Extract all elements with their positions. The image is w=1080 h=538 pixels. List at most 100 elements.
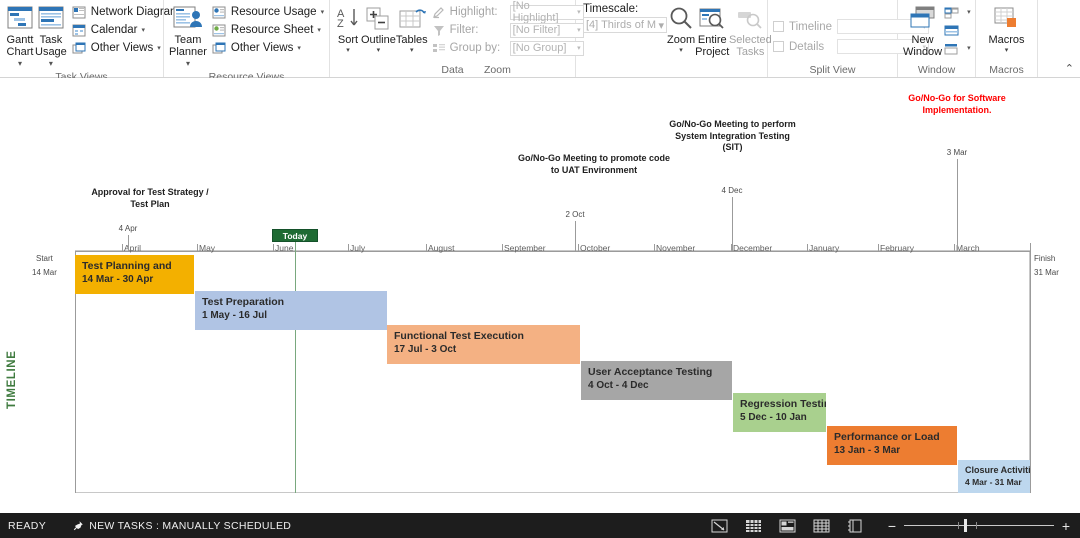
highlight-row: Highlight: [No Highlight]▾ xyxy=(431,3,584,21)
chevron-down-icon[interactable]: ▾ xyxy=(679,47,683,54)
zoom-label: Zoom xyxy=(667,35,695,47)
chevron-up-icon[interactable]: ⌃ xyxy=(1065,62,1074,75)
group-by-label: Group by: xyxy=(450,42,510,54)
hide-window-button[interactable]: ▾ xyxy=(943,39,971,57)
month-tick xyxy=(502,244,503,252)
zoom-in-button[interactable]: + xyxy=(1060,519,1072,533)
status-new-tasks[interactable]: NEW TASKS : MANUALLY SCHEDULED xyxy=(72,520,291,532)
task-usage-button[interactable]: TaskUsage ▾ xyxy=(35,2,67,70)
group-label-split-view: Split View xyxy=(768,63,897,77)
task-bar-closure-activities[interactable]: Closure Activities 4 Mar - 31 Mar xyxy=(958,460,1030,493)
group-by-dropdown[interactable]: [No Group]▾ xyxy=(510,41,584,56)
checkbox-icon[interactable] xyxy=(773,21,784,32)
milestone-date-uat: 2 Oct xyxy=(555,210,595,219)
gantt-chart-view-icon[interactable] xyxy=(708,518,730,534)
status-bar: READY NEW TASKS : MANUALLY SCHEDULED − xyxy=(0,513,1080,538)
tables-button[interactable]: Tables ▾ xyxy=(396,2,428,54)
finish-date: 31 Mar xyxy=(1034,268,1059,277)
filter-dropdown[interactable]: [No Filter]▾ xyxy=(510,23,584,38)
task-bar-performance-or-load[interactable]: Performance or Load 13 Jan - 3 Mar xyxy=(827,426,957,465)
chevron-down-icon[interactable]: ▾ xyxy=(186,59,190,68)
arrange-all-button[interactable]: ▾ xyxy=(943,3,971,21)
sort-az-icon: AZ xyxy=(335,3,361,33)
chevron-down-icon[interactable]: ▾ xyxy=(321,8,325,16)
timeline-view[interactable]: TIMELINE Start 14 Mar Finish 31 Mar Apri… xyxy=(0,78,1080,513)
month-tick xyxy=(654,244,655,252)
chevron-down-icon[interactable]: ▾ xyxy=(346,47,350,54)
resource-sheet-view-icon[interactable] xyxy=(810,518,832,534)
zoom-slider[interactable]: − + xyxy=(886,519,1072,533)
sort-button[interactable]: AZ Sort ▾ xyxy=(335,2,361,54)
tables-label: Tables xyxy=(396,35,428,47)
gantt-chart-label-line2: Chart xyxy=(7,46,34,58)
chevron-down-icon[interactable]: ▾ xyxy=(141,26,145,34)
chevron-down-icon[interactable]: ▾ xyxy=(410,47,414,54)
chevron-down-icon[interactable]: ▾ xyxy=(1005,47,1009,54)
task-bar-user-acceptance-testing[interactable]: User Acceptance Testing 4 Oct - 4 Dec xyxy=(581,361,732,400)
team-planner-view-icon[interactable] xyxy=(776,518,798,534)
details-checkbox-label: Details xyxy=(789,41,837,53)
chevron-down-icon[interactable]: ▾ xyxy=(377,47,381,54)
chevron-down-icon[interactable]: ▾ xyxy=(967,8,971,16)
task-usage-view-icon[interactable] xyxy=(742,518,764,534)
milestone-title-uat: Go/No-Go Meeting to promote code to UAT … xyxy=(514,153,674,176)
gantt-chart-button[interactable]: GanttChart ▾ xyxy=(5,2,35,70)
outline-button[interactable]: Outline ▾ xyxy=(361,2,396,54)
chevron-down-icon[interactable]: ▾ xyxy=(967,44,971,52)
entire-project-icon xyxy=(698,3,726,33)
timescale-label: Timescale: xyxy=(581,2,667,17)
timeline-canvas[interactable]: Start 14 Mar Finish 31 Mar April May Jun… xyxy=(30,78,1080,513)
macros-button[interactable]: Macros ▾ xyxy=(981,2,1032,54)
task-name: Test Planning and xyxy=(82,259,188,273)
zoom-slider-track[interactable] xyxy=(904,525,1054,526)
checkbox-icon[interactable] xyxy=(773,41,784,52)
team-planner-button[interactable]: TeamPlanner ▾ xyxy=(169,2,207,70)
zoom-button[interactable]: Zoom ▾ xyxy=(667,2,695,54)
task-bar-functional-test-execution[interactable]: Functional Test Execution 17 Jul - 3 Oct xyxy=(387,325,580,364)
calendar-label: Calendar xyxy=(91,24,138,36)
chevron-down-icon[interactable]: ▾ xyxy=(297,44,301,52)
zoom-magnifier-icon xyxy=(667,3,695,33)
today-marker: Today xyxy=(272,229,318,242)
resource-usage-label: Resource Usage xyxy=(231,6,317,18)
resource-usage-button[interactable]: Resource Usage ▾ xyxy=(211,3,324,21)
gantt-chart-label-line1: Gantt xyxy=(7,34,34,46)
highlight-value: [No Highlight] xyxy=(513,0,577,24)
highlight-dropdown[interactable]: [No Highlight]▾ xyxy=(510,5,584,20)
month-label: February xyxy=(880,243,914,253)
ribbon-group-resource-views: TeamPlanner ▾ Resource Usage ▾ Resource … xyxy=(164,0,330,77)
team-planner-icon xyxy=(172,3,204,33)
zoom-out-button[interactable]: − xyxy=(886,519,898,533)
task-bar-regression-testing[interactable]: Regression Testing 5 Dec - 10 Jan xyxy=(733,393,826,432)
new-window-button[interactable]: NewWindow xyxy=(903,2,942,58)
pin-icon xyxy=(72,520,84,532)
task-dates: 4 Oct - 4 Dec xyxy=(588,379,726,393)
milestone-stem xyxy=(732,197,733,251)
task-name: Functional Test Execution xyxy=(394,329,574,343)
task-bar-test-planning[interactable]: Test Planning and 14 Mar - 30 Apr xyxy=(75,255,194,294)
entire-project-label-line2: Project xyxy=(695,46,729,58)
chevron-down-icon[interactable]: ▾ xyxy=(49,59,53,68)
group-label-macros: Macros xyxy=(976,63,1037,77)
task-usage-label-line1: Task xyxy=(40,34,63,46)
zoom-slider-thumb[interactable] xyxy=(964,519,967,532)
milestone-title-implementation: Go/No-Go for Software Implementation. xyxy=(897,93,1017,116)
task-usage-label-line2: Usage xyxy=(35,46,67,58)
entire-project-button[interactable]: EntireProject xyxy=(695,2,729,58)
ribbon-group-split-view: Timeline ▾ Details ▾ Split View xyxy=(768,0,898,77)
reports-view-icon[interactable] xyxy=(844,518,866,534)
task-bar-test-preparation[interactable]: Test Preparation 1 May - 16 Jul xyxy=(195,291,387,330)
chevron-down-icon[interactable]: ▾ xyxy=(18,59,22,68)
month-label: August xyxy=(428,243,454,253)
group-label-zoom: Zoom xyxy=(480,63,576,77)
timescale-dropdown[interactable]: [4] Thirds of M▾ xyxy=(583,17,667,33)
calendar-icon xyxy=(71,23,88,38)
resource-other-views-button[interactable]: Other Views ▾ xyxy=(211,39,324,57)
split-window-button[interactable] xyxy=(943,21,971,39)
resource-sheet-button[interactable]: Resource Sheet ▾ xyxy=(211,21,324,39)
chevron-down-icon[interactable]: ▾ xyxy=(317,26,321,34)
chevron-down-icon[interactable]: ▾ xyxy=(157,44,161,52)
resource-sheet-icon xyxy=(211,23,228,38)
month-tick xyxy=(878,244,879,252)
month-tick xyxy=(273,244,274,252)
